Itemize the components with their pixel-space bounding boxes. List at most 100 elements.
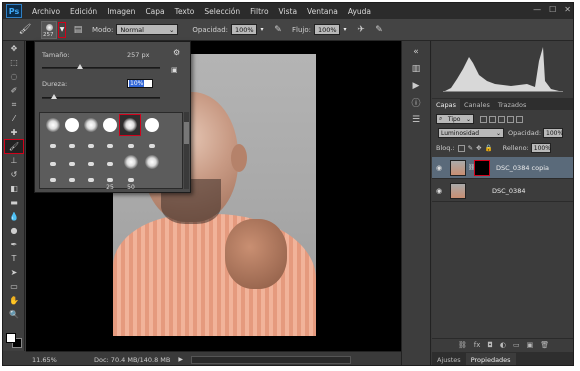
minimize-button[interactable]: — [533,5,541,14]
crop-tool-icon[interactable]: ⌗ [5,98,23,111]
foreground-color-swatch[interactable] [6,333,16,343]
size-slider-thumb[interactable] [76,64,83,69]
move-tool-icon[interactable]: ✥ [5,42,23,55]
brush-tip-small[interactable] [44,137,62,155]
blend-mode-select[interactable]: Luminosidad ⌄ [438,128,504,138]
layer-name[interactable]: DSC_0384 [492,187,525,195]
mode-select[interactable]: Normal ⌄ [116,24,179,35]
tab-trazados[interactable]: Trazados [494,99,531,110]
brush-tip-50[interactable]: 50 [122,171,140,191]
layer-row-base[interactable]: ◉ DSC_0384 [432,180,573,202]
hardness-input[interactable]: 10% [127,79,153,88]
size-slider[interactable] [42,67,160,69]
hand-tool-icon[interactable]: ✋ [5,294,23,307]
filter-shape-icon[interactable] [507,115,514,123]
hardness-slider[interactable] [42,97,160,99]
brush-tip-hard[interactable] [63,116,81,134]
layer-row-copy[interactable]: ◉ ⛓ DSC_0384 copia [432,157,573,179]
link-chain-icon[interactable]: ⛓ [468,164,476,171]
marquee-tool-icon[interactable]: ⬚ [5,56,23,69]
lasso-tool-icon[interactable]: ◌ [5,70,23,83]
menu-edicion[interactable]: Edición [70,7,97,16]
histogram-icon[interactable]: ▥ [409,62,423,75]
maximize-button[interactable]: ☐ [549,5,556,14]
filter-pixel-icon[interactable] [480,115,487,123]
brush-tip-small[interactable] [63,171,81,189]
menu-capa[interactable]: Capa [145,7,164,16]
layer-name[interactable]: DSC_0384 copia [496,164,549,172]
brush-tip-soft[interactable] [143,153,161,171]
menu-archivo[interactable]: Archivo [32,7,60,16]
filter-smart-object-icon[interactable] [516,115,523,123]
eye-icon[interactable]: ◉ [436,187,446,195]
trash-icon[interactable]: 🗑 [540,341,549,349]
blur-tool-icon[interactable]: 💧 [5,210,23,223]
clone-stamp-tool-icon[interactable]: ⊥ [5,154,23,167]
menu-ayuda[interactable]: Ayuda [348,7,371,16]
type-tool-icon[interactable]: T [5,252,23,265]
path-selection-tool-icon[interactable]: ➤ [5,266,23,279]
group-icon[interactable]: ▭ [513,341,520,349]
menu-vista[interactable]: Vista [279,7,298,16]
layer-style-icon[interactable]: fx [474,341,481,349]
fill-field[interactable]: 100% [530,143,551,153]
brush-tip-selected[interactable] [119,114,141,136]
brush-tip-25[interactable]: 25 [101,171,119,191]
brush-tips-scroll-thumb[interactable] [184,122,189,144]
brush-preset-picker[interactable]: 257 [41,20,57,39]
filter-adjustment-icon[interactable] [489,115,496,123]
brush-tool-icon[interactable]: 🖌 [4,139,24,154]
collapse-arrows-icon[interactable]: « [409,45,423,58]
menu-texto[interactable]: Texto [175,7,195,16]
tab-propiedades[interactable]: Propiedades [465,353,516,365]
lock-position-icon[interactable]: ✥ [476,144,481,152]
brush-tip-soft[interactable] [122,153,140,171]
brush-panel-toggle-icon[interactable]: ▤ [72,24,84,36]
menu-imagen[interactable]: Imagen [107,7,135,16]
quick-selection-tool-icon[interactable]: ✐ [5,84,23,97]
zoom-tool-icon[interactable]: 🔍 [5,308,23,321]
filter-type-icon[interactable] [498,115,505,123]
horizontal-scrollbar[interactable] [190,355,351,364]
pressure-opacity-icon[interactable]: ✎ [272,24,284,36]
gradient-tool-icon[interactable]: ▬ [5,196,23,209]
tab-ajustes[interactable]: Ajustes [432,353,466,365]
lock-all-icon[interactable]: 🔒 [485,144,493,152]
shape-tool-icon[interactable]: ▭ [5,280,23,293]
layer-opacity-field[interactable]: 100% [543,128,563,138]
layer-mask-thumbnail[interactable] [474,159,490,176]
brush-tip-small[interactable] [82,171,100,189]
adjustment-layer-icon[interactable]: ◐ [500,341,506,349]
airbrush-icon[interactable]: ✈ [355,24,367,36]
brush-tip-small[interactable] [63,137,81,155]
pen-tool-icon[interactable]: ✒ [5,238,23,251]
brush-tips-scrollbar[interactable] [184,112,189,189]
zoom-level[interactable]: 11.65% [32,356,60,364]
add-mask-icon[interactable]: ◘ [487,341,493,349]
new-layer-icon[interactable]: ▣ [527,341,534,349]
tab-canales[interactable]: Canales [460,99,494,110]
close-button[interactable]: ✕ [564,5,571,14]
menu-seleccion[interactable]: Selección [204,7,240,16]
status-menu-arrow-icon[interactable]: ▶ [178,356,183,363]
eraser-tool-icon[interactable]: ◧ [5,182,23,195]
history-brush-tool-icon[interactable]: ↺ [5,168,23,181]
brush-tip-soft[interactable] [44,116,62,134]
hardness-slider-thumb[interactable] [50,94,57,99]
size-value[interactable]: 257 px [127,51,149,59]
navigator-icon[interactable]: ☰ [409,113,423,126]
brush-tip-hard[interactable] [101,116,119,134]
dodge-tool-icon[interactable]: ● [5,224,23,237]
opacity-field[interactable]: 100% [231,24,257,35]
healing-brush-tool-icon[interactable]: ✚ [5,126,23,139]
lock-transparency-icon[interactable] [457,144,465,152]
brush-tip-small[interactable] [44,171,62,189]
gear-icon[interactable]: ⚙ [173,48,180,57]
info-icon[interactable]: ⓘ [409,96,423,109]
eyedropper-tool-icon[interactable]: ⁄ [5,112,23,125]
tab-capas[interactable]: Capas [432,99,461,110]
brush-tool-preset-icon[interactable]: 🖌 [15,22,35,38]
flow-field[interactable]: 100% [314,24,340,35]
play-icon[interactable]: ▶ [409,79,423,92]
menu-ventana[interactable]: Ventana [307,7,338,16]
